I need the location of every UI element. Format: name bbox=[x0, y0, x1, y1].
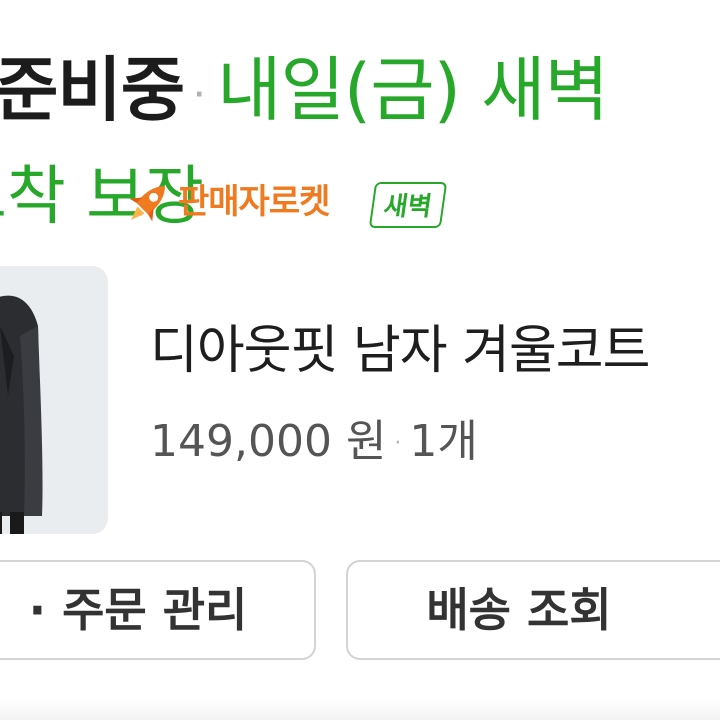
dawn-delivery-badge: 새벽 bbox=[368, 182, 448, 228]
product-price: 149,000 원 bbox=[150, 416, 387, 467]
product-name[interactable]: 디아웃핏 남자 겨울코트 bbox=[150, 315, 650, 387]
order-manage-button[interactable]: · 주문 관리 bbox=[0, 560, 316, 660]
coat-photo bbox=[0, 266, 108, 534]
price-separator: · bbox=[394, 431, 402, 456]
seller-rocket-label: 판매자로켓 bbox=[178, 182, 330, 222]
order-card: 준비중·내일(금) 새벽 도착 보장 판매자로켓 새벽 디아웃핏 남자 겨울코트… bbox=[0, 0, 720, 720]
product-thumbnail[interactable] bbox=[0, 266, 108, 534]
rocket-icon bbox=[129, 186, 165, 222]
delivery-eta: 내일(금) 새벽 bbox=[217, 49, 609, 131]
delivery-status-row: 준비중 · 내일(금) 새벽 bbox=[0, 42, 609, 143]
status-separator: · bbox=[194, 79, 204, 110]
product-quantity: 1개 bbox=[409, 416, 478, 467]
card-divider bbox=[0, 700, 720, 720]
delivery-status: 준비중 bbox=[0, 49, 185, 131]
track-delivery-button[interactable]: 배송 조회 bbox=[346, 560, 720, 660]
price-row: 149,000 원 · 1개 bbox=[150, 410, 478, 476]
